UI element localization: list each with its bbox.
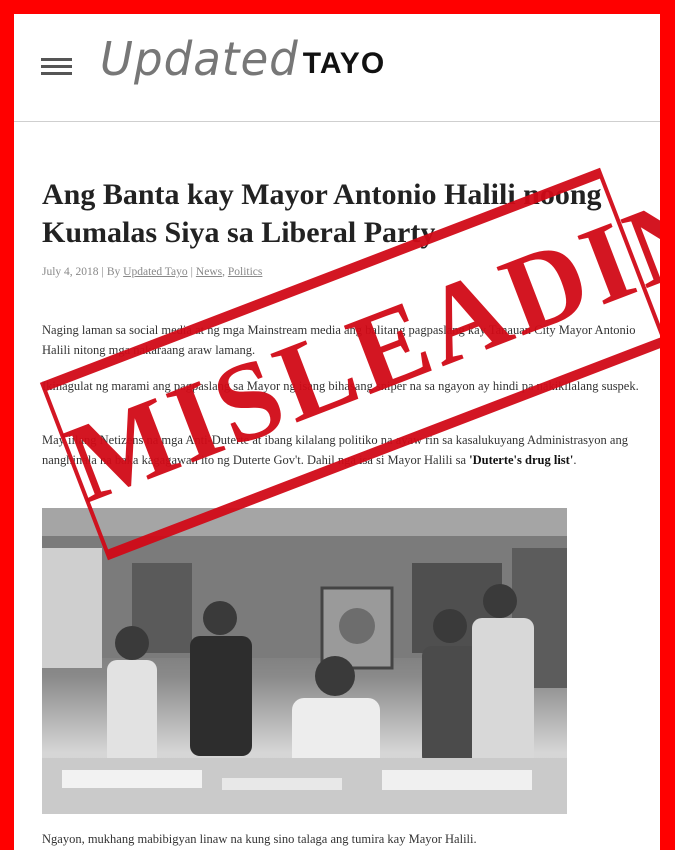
article-meta: July 4, 2018 | By Updated Tayo | News, Polit… bbox=[42, 266, 263, 278]
bold-quote: 'Duterte's drug list' bbox=[469, 453, 574, 467]
site-logo[interactable]: Updated TAYO bbox=[98, 32, 385, 86]
article-paragraph: Ngayon, mukhang mabibigyan linaw na kung… bbox=[42, 832, 477, 846]
article-date: July 4, 2018 bbox=[42, 266, 99, 278]
site-header: Updated TAYO bbox=[14, 14, 660, 122]
paragraph-end: . bbox=[573, 453, 577, 467]
category-link-politics[interactable]: Politics bbox=[228, 266, 263, 278]
by-label: By bbox=[106, 266, 121, 278]
hamburger-menu-icon[interactable] bbox=[41, 56, 73, 78]
logo-script-text: Updated bbox=[100, 32, 299, 86]
logo-caps-text: TAYO bbox=[302, 47, 386, 80]
category-link-news[interactable]: News bbox=[196, 266, 222, 278]
author-link[interactable]: Updated Tayo bbox=[123, 266, 187, 278]
page-frame: Updated TAYO Ang Banta kay Mayor Antonio … bbox=[14, 14, 660, 850]
